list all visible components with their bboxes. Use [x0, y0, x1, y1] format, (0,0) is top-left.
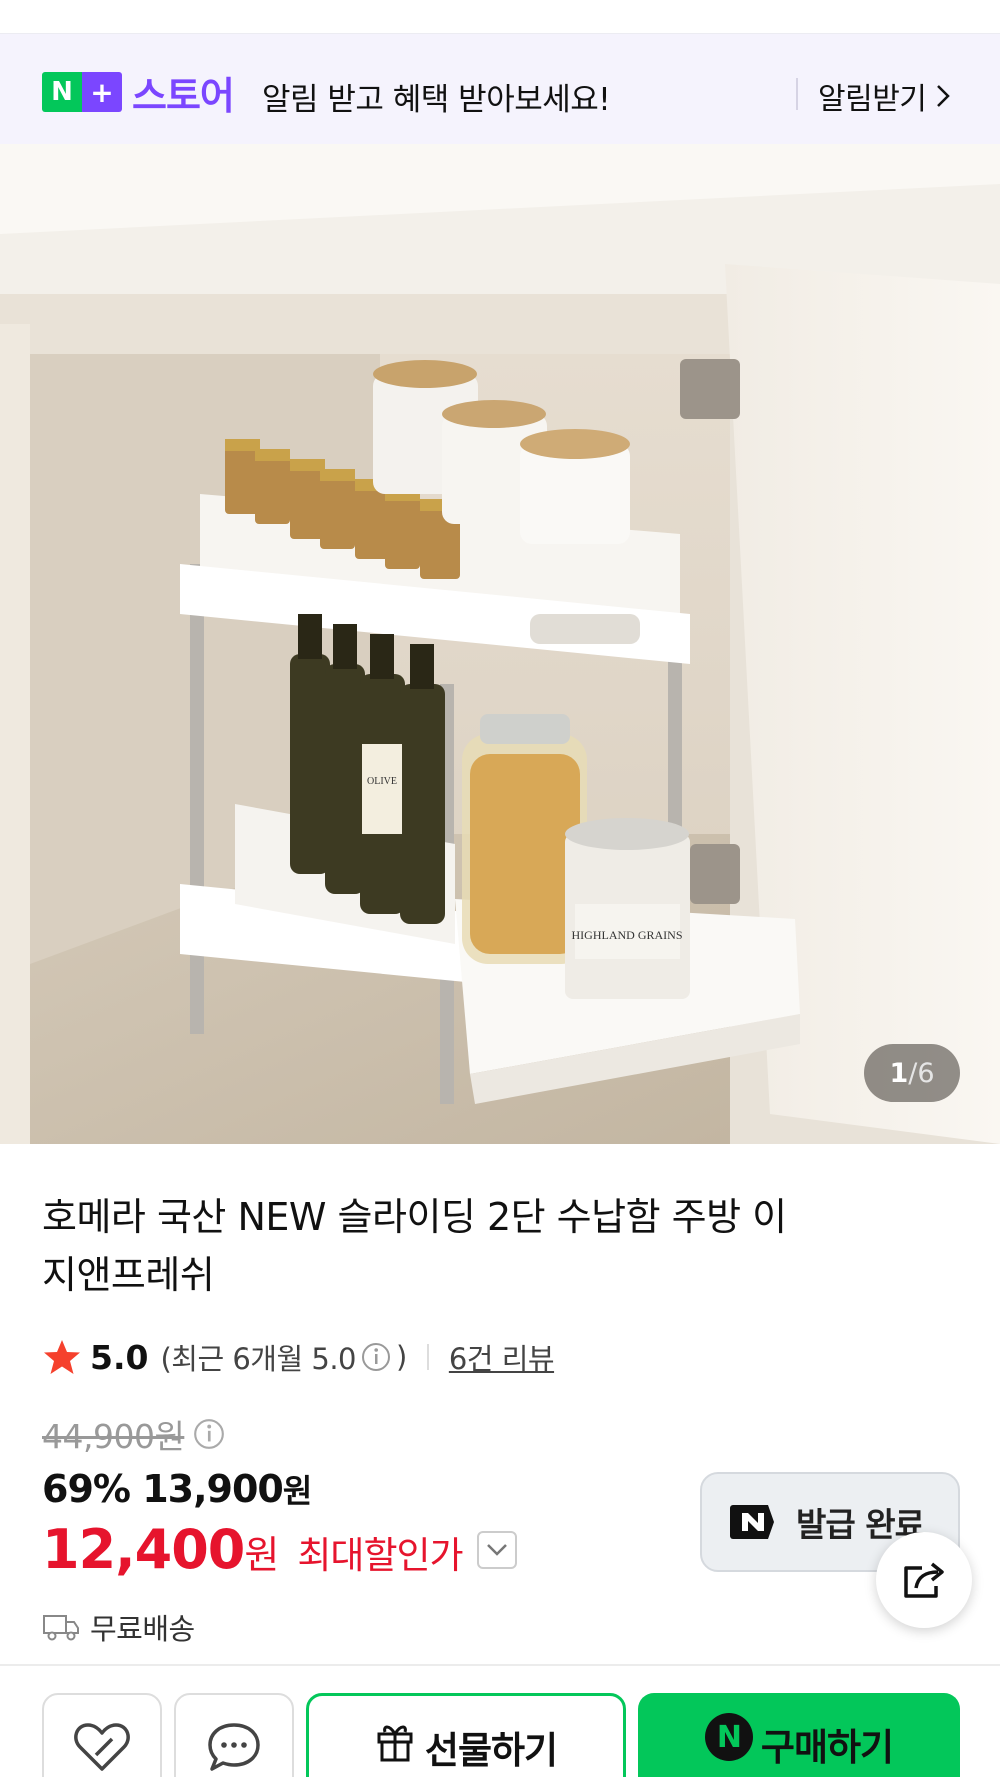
image-page-counter: 1 / 6 — [864, 1044, 960, 1102]
buy-button[interactable]: N 구매하기 — [638, 1693, 960, 1777]
naver-n-icon — [730, 1505, 780, 1539]
banner-divider — [796, 78, 798, 110]
max-discount-price: 12,400 — [42, 1518, 245, 1581]
info-icon[interactable] — [360, 1341, 392, 1373]
naver-plus-store-logo: N + 스토어 — [42, 72, 235, 118]
logo-plus: + — [82, 72, 122, 112]
recent-rating-close: ) — [396, 1340, 407, 1374]
sale-price: 13,900 — [142, 1467, 284, 1511]
sale-price-row: 69% 13,900원 — [42, 1466, 312, 1512]
original-price: 44,900원 — [42, 1410, 226, 1458]
shipping-info: 무료배송 — [42, 1606, 195, 1648]
bottom-action-bar: 선물하기 N 구매하기 — [0, 1664, 1000, 1777]
logo-n: N — [42, 72, 82, 112]
star-icon — [44, 1340, 80, 1374]
recent-rating: (최근 6개월 5.0 ) — [160, 1336, 407, 1378]
product-photo-illustration: OLIVE HIGHLAND GRAINS — [0, 144, 1000, 1144]
max-discount-unit: 원 — [244, 1533, 280, 1577]
gift-icon — [377, 1725, 413, 1762]
share-icon — [904, 1562, 944, 1598]
zzim-heart-icon — [74, 1723, 130, 1771]
status-bar — [0, 0, 1000, 34]
talk-button[interactable] — [174, 1693, 294, 1777]
shipping-text: 무료배송 — [90, 1612, 195, 1646]
truck-icon — [43, 1615, 79, 1641]
bottle-label-text: OLIVE — [367, 776, 397, 787]
sale-price-unit: 원 — [282, 1472, 312, 1510]
recent-rating-text: (최근 6개월 5.0 — [160, 1342, 357, 1376]
product-title: 호메라 국산 NEW 슬라이딩 2단 수납함 주방 이지앤프레쉬 — [42, 1195, 787, 1297]
store-notification-banner[interactable]: N + 스토어 알림 받고 혜택 받아보세요! 알림받기 — [0, 34, 1000, 144]
buy-label: 구매하기 — [760, 1726, 894, 1769]
reviews-link[interactable]: 6건 리뷰 — [449, 1336, 555, 1378]
rating-divider — [426, 1344, 429, 1370]
receive-notification-button[interactable]: 알림받기 — [818, 74, 952, 118]
max-discount-price-row[interactable]: 12,400 원 최대할인가 — [42, 1518, 517, 1581]
wishlist-button[interactable] — [42, 1693, 162, 1777]
gift-label: 선물하기 — [424, 1729, 558, 1772]
expand-button[interactable] — [476, 1530, 517, 1569]
discount-rate: 69% — [42, 1467, 131, 1511]
chevron-down-icon — [486, 1543, 507, 1556]
banner-message: 알림 받고 혜택 받아보세요! — [262, 82, 611, 118]
price-info-icon[interactable] — [192, 1417, 226, 1451]
rating-row: 5.0 (최근 6개월 5.0 ) 6건 리뷰 — [42, 1334, 555, 1380]
gift-button[interactable]: 선물하기 — [306, 1693, 626, 1777]
counter-current: 1 — [889, 1057, 909, 1089]
chat-bubble-icon — [208, 1723, 260, 1771]
logo-store-text: 스토어 — [132, 73, 235, 118]
tin-label-text: HIGHLAND GRAINS — [572, 928, 683, 942]
max-discount-label: 최대할인가 — [297, 1534, 463, 1577]
product-image[interactable]: OLIVE HIGHLAND GRAINS — [0, 144, 1000, 1144]
naver-pay-n-icon: N — [704, 1713, 753, 1761]
receive-notification-label: 알림받기 — [818, 82, 927, 117]
chevron-right-icon — [937, 85, 951, 107]
rating-score: 5.0 — [90, 1337, 149, 1377]
counter-total: 6 — [917, 1057, 935, 1089]
counter-separator: / — [908, 1057, 918, 1089]
share-button[interactable] — [876, 1532, 972, 1628]
original-price-value: 44,900원 — [42, 1417, 185, 1456]
